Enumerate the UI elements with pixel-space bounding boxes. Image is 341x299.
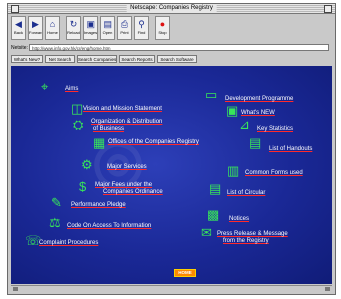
navigation-toolbar: ◀ Back ▶ Forward ⌂ Home ↻ Reload ▣ Image… — [11, 16, 331, 41]
print-icon: ⎙ — [120, 19, 129, 29]
zoom-box-icon[interactable] — [324, 5, 332, 13]
open-button[interactable]: ▤ Open — [100, 16, 115, 40]
close-box-icon[interactable] — [11, 5, 19, 13]
vision-icon: ◫ — [71, 101, 84, 116]
security-icon — [13, 287, 18, 291]
offices-icon: ▦ — [93, 135, 106, 150]
home-link-button[interactable]: HOME — [174, 269, 196, 277]
back-arrow-icon: ◀ — [15, 19, 22, 29]
link-vision-mission[interactable]: Vision and Mission Statement — [83, 106, 162, 113]
page-content: ◎ ⌖ Aims ◫ Vision and Mission Statement … — [11, 66, 332, 284]
link-organization[interactable]: Organization & Distribution — [91, 119, 162, 126]
link-press-release-2[interactable]: from the Registry — [223, 238, 269, 245]
status-bar — [11, 285, 332, 293]
link-code-access[interactable]: Code On Access To Information — [67, 223, 151, 230]
pledge-icon: ✎ — [51, 195, 62, 210]
organization-icon: ⛭ — [73, 117, 84, 132]
link-circular[interactable]: List of Circular — [227, 190, 265, 197]
browser-window: Netscape: Companies Registry ◀ Back ▶ Fo… — [7, 3, 336, 295]
resize-icon[interactable] — [325, 287, 330, 291]
back-button[interactable]: ◀ Back — [11, 16, 26, 40]
link-complaint[interactable]: Complaint Procedures — [39, 240, 98, 247]
home-icon: ⌂ — [49, 19, 56, 29]
search-software-button[interactable]: Search Software — [157, 55, 197, 63]
images-icon: ▣ — [86, 19, 96, 29]
link-major-fees-2[interactable]: Companies Ordinance — [103, 189, 163, 196]
link-organization-2[interactable]: of Business — [93, 126, 124, 133]
whats-new-icon: ▣ — [226, 103, 239, 118]
forward-arrow-icon: ▶ — [32, 19, 39, 29]
link-performance-pledge[interactable]: Performance Pledge — [71, 202, 126, 209]
location-input[interactable]: http://www.info.gov.hk/cr/eng/home.htm — [29, 44, 329, 51]
reload-button[interactable]: ↻ Reload — [66, 16, 81, 40]
location-bar: Netsite: http://www.info.gov.hk/cr/eng/h… — [11, 44, 331, 52]
search-companies-button[interactable]: Search Companies — [77, 55, 117, 63]
link-common-forms[interactable]: Common Forms used — [245, 170, 303, 177]
link-handouts[interactable]: List of Handouts — [269, 146, 312, 153]
home-button[interactable]: ⌂ Home — [45, 16, 60, 40]
link-press-release[interactable]: Press Release & Message — [217, 231, 288, 238]
statistics-icon: ⊿ — [239, 117, 250, 132]
forward-button[interactable]: ▶ Forward — [28, 16, 43, 40]
window-title: Netscape: Companies Registry — [126, 4, 217, 13]
link-offices[interactable]: Offices of the Companies Registry — [108, 139, 199, 146]
link-notices[interactable]: Notices — [229, 216, 249, 223]
title-bar[interactable]: Netscape: Companies Registry — [8, 4, 335, 14]
aims-icon: ⌖ — [41, 79, 49, 94]
link-aims[interactable]: Aims — [65, 86, 78, 93]
link-whats-new[interactable]: What's NEW — [241, 110, 275, 117]
code-icon: ⚖ — [49, 215, 61, 230]
location-label: Netsite: — [11, 45, 28, 51]
net-search-button[interactable]: Net Search — [45, 55, 75, 63]
link-key-statistics[interactable]: Key Statistics — [257, 126, 293, 133]
images-button[interactable]: ▣ Images — [83, 16, 98, 40]
search-reports-button[interactable]: Search Reports — [119, 55, 155, 63]
reload-icon: ↻ — [69, 19, 78, 29]
services-icon: ⚙ — [81, 157, 93, 172]
stop-button[interactable]: ● Stop — [155, 16, 170, 40]
link-development[interactable]: Development Programme — [225, 96, 293, 103]
whats-new-button[interactable]: What's New? — [11, 55, 43, 63]
print-button[interactable]: ⎙ Print — [117, 16, 132, 40]
stop-icon: ● — [159, 19, 166, 29]
fees-icon: $ — [79, 179, 87, 194]
link-major-fees[interactable]: Major Fees under the — [95, 182, 152, 189]
find-button[interactable]: ⚲ Find — [134, 16, 149, 40]
open-icon: ▤ — [103, 19, 113, 29]
circular-icon: ▤ — [209, 181, 222, 196]
press-icon: ✉ — [201, 225, 212, 240]
forms-icon: ▥ — [227, 163, 240, 178]
link-major-services[interactable]: Major Services — [107, 164, 147, 171]
notices-icon: ▩ — [207, 207, 220, 222]
find-icon: ⚲ — [138, 19, 145, 29]
handouts-icon: ▤ — [249, 135, 262, 150]
development-icon: ▭ — [205, 87, 218, 102]
